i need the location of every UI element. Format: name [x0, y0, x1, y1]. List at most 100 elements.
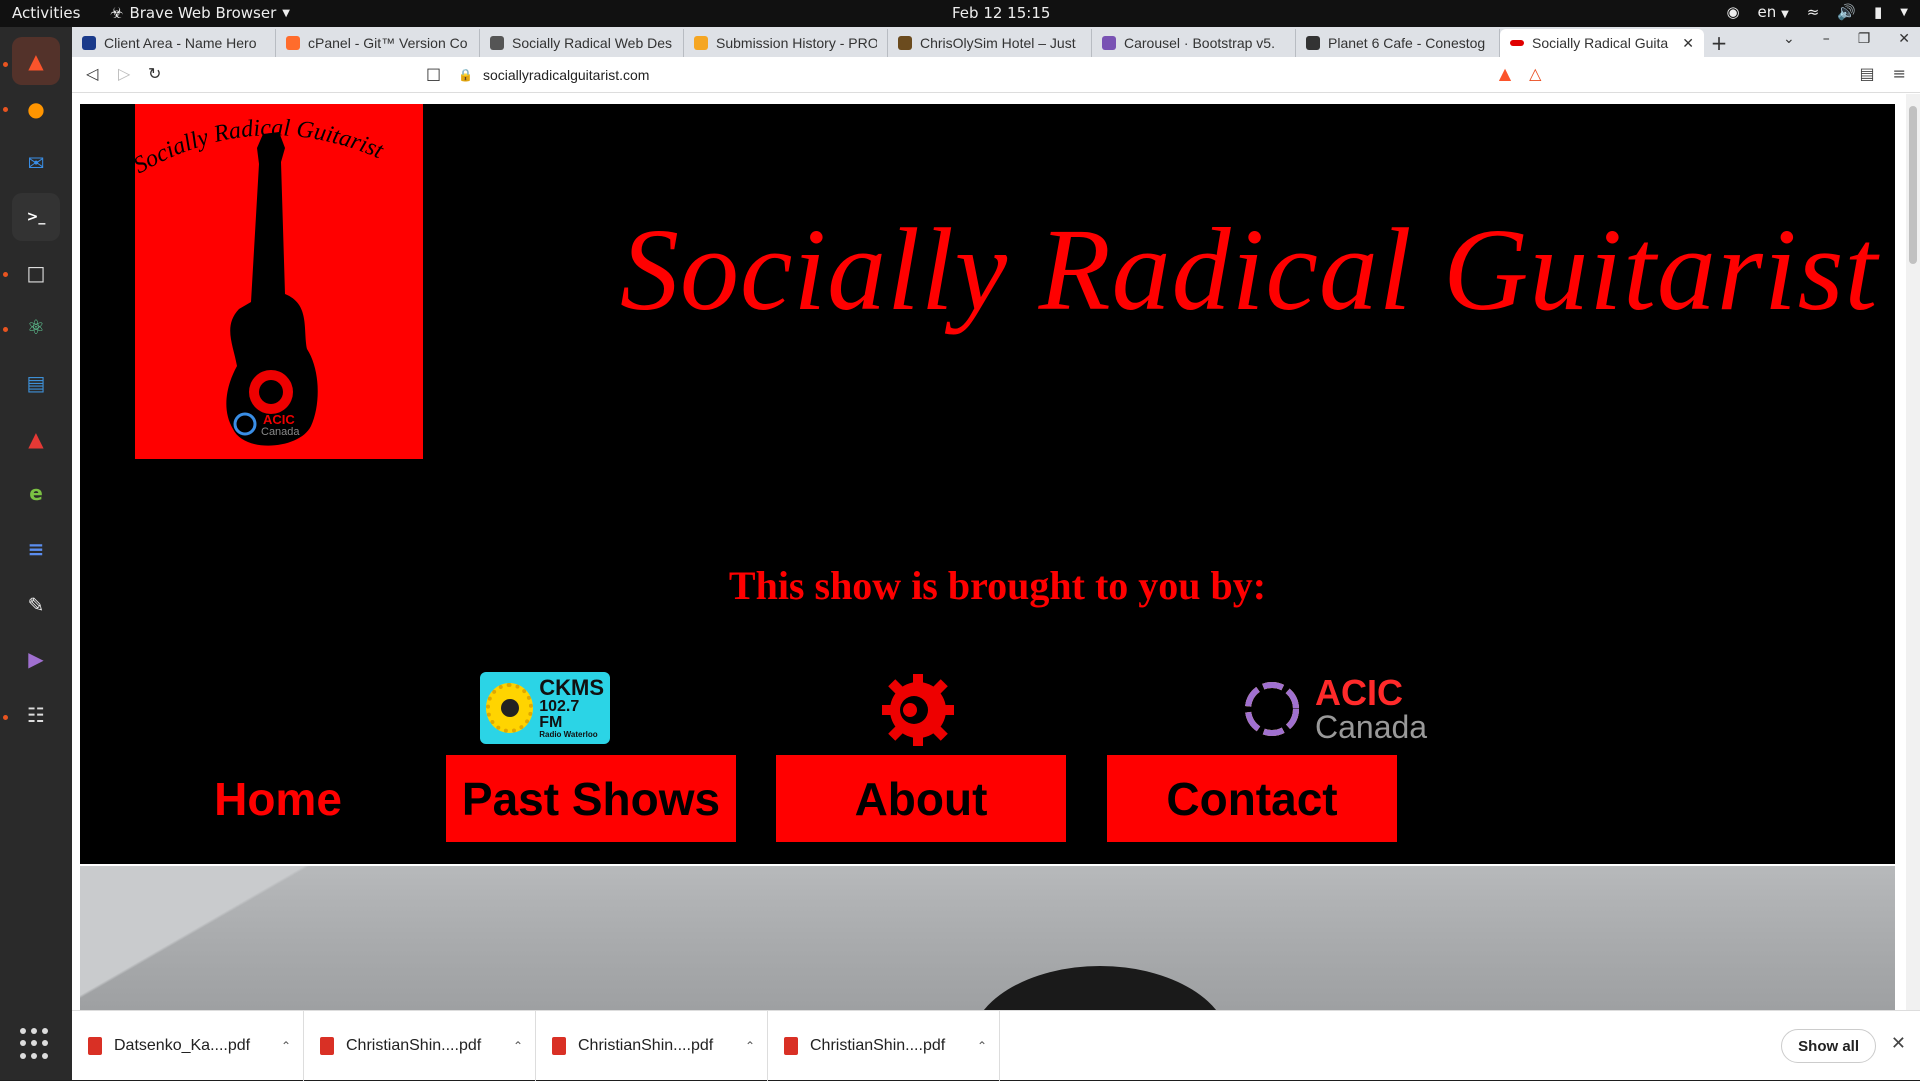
- minimize-icon[interactable]: –: [1823, 31, 1830, 47]
- tab[interactable]: Carousel · Bootstrap v5.: [1092, 29, 1296, 57]
- address-bar[interactable]: 🔒 sociallyradicalguitarist.com: [452, 61, 1552, 89]
- app-menu-label: Brave Web Browser: [129, 4, 277, 22]
- brave-shields-icon[interactable]: ▲: [1499, 64, 1511, 83]
- thunderbird-icon[interactable]: ✉: [12, 139, 60, 187]
- globe-icon: [490, 36, 504, 50]
- nav-past-shows-button[interactable]: Past Shows: [443, 752, 739, 845]
- evernote-icon[interactable]: e: [12, 469, 60, 517]
- show-applications-icon[interactable]: [20, 1028, 52, 1060]
- battery-icon: ▮: [1874, 3, 1883, 21]
- menu-icon[interactable]: ≡: [1893, 64, 1906, 83]
- favicon-icon: [82, 36, 96, 50]
- site-logo[interactable]: Socially Radical Guitarist ACIC Canada: [135, 104, 423, 459]
- tab-active[interactable]: Socially Radical Guita ✕: [1500, 29, 1704, 57]
- logo-badge: ACIC: [263, 412, 295, 427]
- browser-toolbar: ◁ ▷ ↻ □ 🔒 sociallyradicalguitarist.com ▲…: [72, 57, 1920, 93]
- download-item[interactable]: Datsenko_Ka....pdf ⌃: [72, 1011, 304, 1081]
- logo-badge-sub: Canada: [261, 426, 300, 438]
- nav-home-link[interactable]: Home: [185, 752, 371, 845]
- nav-contact-button[interactable]: Contact: [1104, 752, 1400, 845]
- nav-about-button[interactable]: About: [773, 752, 1069, 845]
- devtools-icon[interactable]: ≡: [12, 525, 60, 573]
- brave-icon[interactable]: ▲: [12, 37, 60, 85]
- close-download-shelf-icon[interactable]: ✕: [1891, 1033, 1906, 1054]
- dock: ▲ ● ✉ >_ □ ⚛ ▤ ▲ e ≡ ✎ ▶ ☷: [0, 27, 72, 1080]
- favicon-icon: [286, 36, 300, 50]
- tab[interactable]: Client Area - Name Hero: [72, 29, 276, 57]
- pdf-icon: [320, 1037, 334, 1055]
- page-viewport: Socially Radical Guitarist ACIC Canada S…: [72, 94, 1920, 1010]
- tab-title: Planet 6 Cafe - Conestog: [1328, 35, 1486, 51]
- document-viewer-icon[interactable]: ☷: [12, 691, 60, 739]
- download-item[interactable]: ChristianShin....pdf ⌃: [536, 1011, 768, 1081]
- guitar-icon: [226, 132, 318, 446]
- pdf-icon: [552, 1037, 566, 1055]
- running-indicator: [3, 62, 8, 67]
- ckms-line2: 102.7 FM: [539, 698, 580, 731]
- tab-title: Socially Radical Web Des: [512, 35, 673, 51]
- download-filename: Datsenko_Ka....pdf: [114, 1037, 251, 1054]
- chevron-up-icon[interactable]: ⌃: [281, 1039, 291, 1053]
- hero-person-silhouette: [970, 966, 1230, 1010]
- anydesk-icon[interactable]: ▲: [12, 415, 60, 463]
- url-text: sociallyradicalguitarist.com: [482, 67, 650, 83]
- tab-strip: Client Area - Name Hero cPanel - Git™ Ve…: [72, 27, 1920, 57]
- chevron-down-icon: ▼: [1900, 6, 1908, 18]
- firefox-icon[interactable]: ●: [12, 85, 60, 133]
- app-menu[interactable]: ☣ Brave Web Browser ▼: [110, 4, 290, 22]
- download-item[interactable]: ChristianShin....pdf ⌃: [304, 1011, 536, 1081]
- atom-icon[interactable]: ⚛: [12, 303, 60, 351]
- close-tab-icon[interactable]: ✕: [1682, 35, 1694, 52]
- tab[interactable]: Submission History - PRO: [684, 29, 888, 57]
- new-tab-button[interactable]: +: [1704, 29, 1734, 57]
- brave-rewards-icon[interactable]: △: [1529, 64, 1541, 83]
- shield-icon: ◉: [1726, 3, 1740, 21]
- lock-icon[interactable]: 🔒: [458, 68, 473, 82]
- scrollbar-thumb[interactable]: [1909, 106, 1917, 264]
- chevron-up-icon[interactable]: ⌃: [745, 1039, 755, 1053]
- tab[interactable]: cPanel - Git™ Version Co: [276, 29, 480, 57]
- sponsor-heading: This show is brought to you by:: [728, 563, 1267, 608]
- ckms-logo[interactable]: CKMS 102.7 FM Radio Waterloo: [480, 672, 610, 744]
- tab-title: cPanel - Git™ Version Co: [308, 35, 468, 51]
- wallet-icon[interactable]: ▤: [1859, 64, 1874, 83]
- terminal-icon[interactable]: >_: [12, 193, 60, 241]
- tab[interactable]: Planet 6 Cafe - Conestog: [1296, 29, 1500, 57]
- tab-search-icon[interactable]: ⌄: [1783, 31, 1795, 47]
- files-icon[interactable]: □: [12, 249, 60, 297]
- acic-logo[interactable]: ACIC Canada: [1235, 669, 1450, 749]
- toolbar-actions: ▲ △ ▤ ≡: [1499, 64, 1906, 83]
- language-indicator[interactable]: en ▼: [1758, 3, 1789, 21]
- libreoffice-writer-icon[interactable]: ▤: [12, 359, 60, 407]
- bookmark-icon[interactable]: □: [426, 64, 441, 83]
- tab-title: ChrisOlySim Hotel – Just: [920, 35, 1076, 51]
- show-all-downloads-button[interactable]: Show all: [1781, 1029, 1876, 1063]
- volume-icon: 🔊: [1837, 3, 1857, 21]
- hero-photo: [80, 866, 1895, 1010]
- acic-line1: ACIC: [1315, 672, 1403, 713]
- tab[interactable]: Socially Radical Web Des: [480, 29, 684, 57]
- reload-icon[interactable]: ↻: [148, 64, 161, 83]
- download-item[interactable]: ChristianShin....pdf ⌃: [768, 1011, 1000, 1081]
- site-header: Socially Radical Guitarist ACIC Canada S…: [80, 104, 1895, 864]
- activities-button[interactable]: Activities: [12, 4, 80, 22]
- favicon-icon: [1510, 40, 1524, 46]
- system-tray[interactable]: ◉ en ▼ ≈ 🔊 ▮ ▼: [1726, 3, 1908, 21]
- close-window-icon[interactable]: ✕: [1898, 31, 1910, 47]
- acic-line2: Canada: [1315, 709, 1428, 745]
- bootstrap-icon: [1102, 36, 1116, 50]
- tab[interactable]: ChrisOlySim Hotel – Just: [888, 29, 1092, 57]
- gear-logo-icon[interactable]: [880, 672, 956, 748]
- ckms-line3: Radio Waterloo: [539, 730, 598, 739]
- back-icon[interactable]: ◁: [86, 64, 98, 83]
- chevron-up-icon[interactable]: ⌃: [977, 1039, 987, 1053]
- clock[interactable]: Feb 12 15:15: [952, 4, 1050, 22]
- running-indicator: [3, 272, 8, 277]
- brave-app-icon: ☣: [110, 4, 124, 22]
- forward-icon[interactable]: ▷: [118, 64, 130, 83]
- text-editor-icon[interactable]: ✎: [12, 581, 60, 629]
- chevron-up-icon[interactable]: ⌃: [513, 1039, 523, 1053]
- restore-icon[interactable]: ❐: [1858, 31, 1871, 47]
- page-scrollbar[interactable]: [1906, 94, 1920, 1010]
- video-player-icon[interactable]: ▶: [12, 635, 60, 683]
